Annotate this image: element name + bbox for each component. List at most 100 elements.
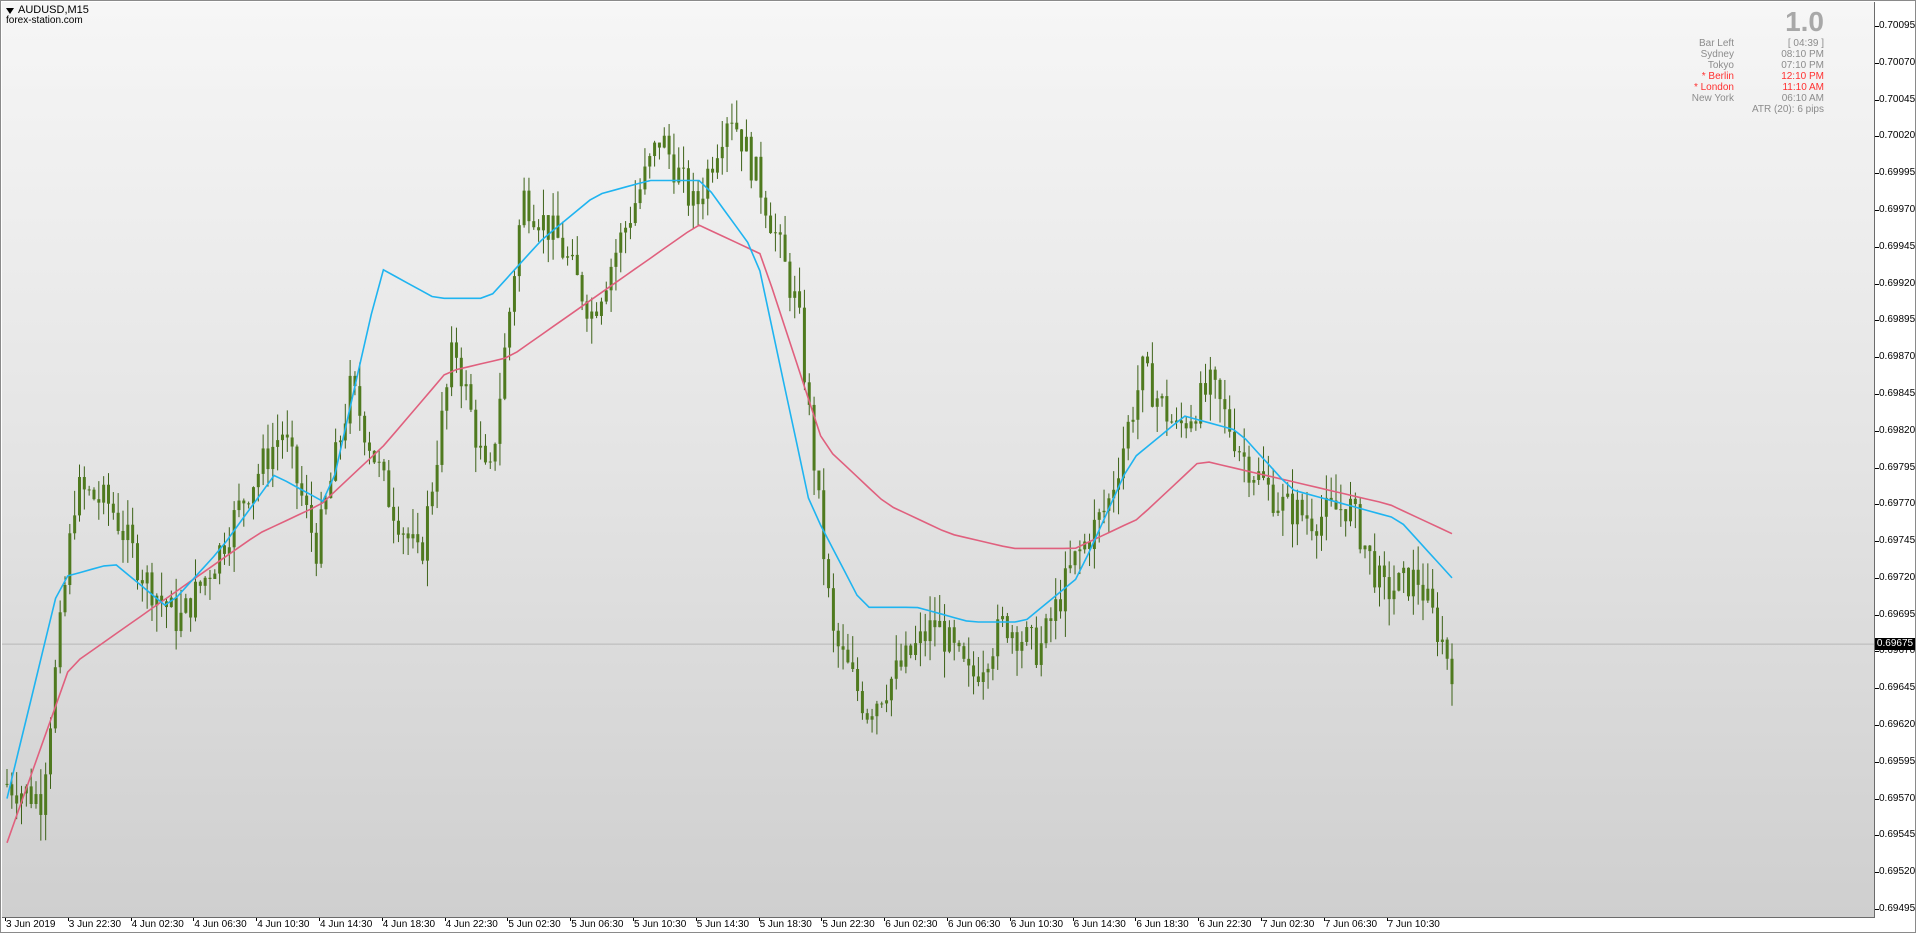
time-tick-label: 4 Jun 02:30 <box>131 919 184 930</box>
candle-body <box>1416 569 1420 585</box>
candle-body <box>266 448 270 470</box>
candle-body <box>116 512 120 531</box>
candle-body <box>512 276 516 312</box>
candle-body <box>247 503 251 505</box>
candle-body <box>416 534 420 543</box>
candle-body <box>1020 641 1024 651</box>
candle-body <box>242 500 246 504</box>
candle-body <box>1039 643 1043 665</box>
price-chart[interactable] <box>2 2 1874 917</box>
time-tick-label: 6 Jun 02:30 <box>885 919 938 930</box>
candle-body <box>1363 545 1367 550</box>
candle-body <box>1044 618 1048 644</box>
time-tick-label: 3 Jun 22:30 <box>68 919 122 930</box>
candle-body <box>1305 515 1309 519</box>
candle-body <box>131 524 135 544</box>
time-tick-label: 4 Jun 10:30 <box>257 919 310 930</box>
info-row-tokyo: Tokyo 07:10 PM <box>1707 60 1824 71</box>
time-tick-label: 6 Jun 22:30 <box>1199 919 1252 930</box>
candle-body <box>1426 588 1430 601</box>
candle-body <box>730 122 734 124</box>
candle-body <box>411 534 415 539</box>
candle-body <box>1281 496 1285 511</box>
candle-body <box>179 612 183 632</box>
info-row-new-york: New York 06:10 AM <box>1691 93 1824 104</box>
candle-body <box>943 620 947 652</box>
plot-area[interactable]: AUDUSD,M15 forex-station.com 1.0 Bar Lef… <box>2 2 1875 918</box>
candle-body <box>1034 627 1038 665</box>
candle-body <box>208 577 212 579</box>
price-axis[interactable]: 0.69675 0.70095 0.70070 0.70045 0.70020 0.69… <box>1875 1 1916 934</box>
time-tick-label: 6 Jun 14:30 <box>1073 919 1126 930</box>
candle-body <box>957 642 961 647</box>
price-tick-label: 0.69570 <box>1879 792 1916 804</box>
candle-body <box>981 672 985 682</box>
dropdown-triangle-icon[interactable] <box>6 7 14 14</box>
candle-body <box>836 630 840 647</box>
candle-body <box>198 581 202 586</box>
candle-body <box>493 443 497 462</box>
chart-window[interactable]: AUDUSD,M15 forex-station.com 1.0 Bar Lef… <box>0 0 1916 933</box>
candle-body <box>73 515 77 534</box>
time-axis[interactable]: 3 Jun 2019 3 Jun 22:30 4 Jun 02:30 4 Jun 06… <box>1 918 1875 934</box>
time-tick-label: 7 Jun 06:30 <box>1324 919 1378 930</box>
candle-body <box>860 691 864 714</box>
candle-body <box>203 577 207 586</box>
price-tick-label: 0.69695 <box>1879 608 1916 620</box>
time-tick-label: 4 Jun 22:30 <box>445 919 498 930</box>
candle-body <box>1213 369 1217 380</box>
candle-body <box>435 464 439 492</box>
candle-body <box>382 461 386 471</box>
candle-body <box>377 461 381 463</box>
fast-ma-line <box>6 179 1453 799</box>
candle-body <box>1146 356 1150 364</box>
candle-body <box>889 678 893 701</box>
info-row-berlin: * Berlin 12:10 PM <box>1701 71 1824 82</box>
candle-body <box>720 146 724 159</box>
candle-body <box>1010 632 1014 639</box>
candle-body <box>174 597 178 632</box>
candle-body <box>213 573 217 579</box>
price-tick-label: 0.69795 <box>1879 461 1916 473</box>
candle-body <box>967 658 971 666</box>
candle-body <box>34 794 38 804</box>
candle-body <box>614 252 618 267</box>
candle-body <box>1005 616 1009 639</box>
candle-body <box>1242 452 1246 457</box>
candle-body <box>947 627 951 652</box>
candle-body <box>638 189 642 204</box>
candle-body <box>996 619 1000 657</box>
candle-body <box>271 446 275 470</box>
candle-body <box>522 190 526 226</box>
candle-body <box>894 660 898 679</box>
candle-body <box>628 223 632 228</box>
candle-body <box>1136 390 1140 420</box>
candle-body <box>1373 551 1377 588</box>
price-tick-label: 0.69520 <box>1879 866 1916 878</box>
candle-body <box>1431 588 1435 608</box>
candle-body <box>106 484 110 504</box>
time-tick-label: 6 Jun 10:30 <box>1010 919 1064 930</box>
candle-body <box>58 612 62 668</box>
candle-body <box>498 398 502 444</box>
candle-body <box>715 158 719 173</box>
info-row-sydney: Sydney 08:10 PM <box>1700 49 1824 60</box>
candle-body <box>802 307 806 383</box>
candle-body <box>184 598 188 613</box>
price-tick-label: 0.69645 <box>1879 682 1916 694</box>
candle-body <box>305 495 309 505</box>
candle-body <box>517 225 521 277</box>
candle-body <box>1078 549 1082 552</box>
candle-body <box>251 487 255 504</box>
price-tick-label: 0.69845 <box>1879 387 1916 399</box>
price-tick-label: 0.69595 <box>1879 755 1916 767</box>
candle-body <box>1237 451 1241 453</box>
candle-body <box>754 156 758 181</box>
candle-body <box>599 301 603 316</box>
info-row-bar-left: Bar Left [ 04:39 ] <box>1698 38 1824 49</box>
candle-body <box>566 256 570 258</box>
candle-body <box>701 198 705 205</box>
candle-body <box>657 142 661 148</box>
info-row-london: * London 11:10 AM <box>1693 82 1824 93</box>
candle-body <box>793 291 797 298</box>
